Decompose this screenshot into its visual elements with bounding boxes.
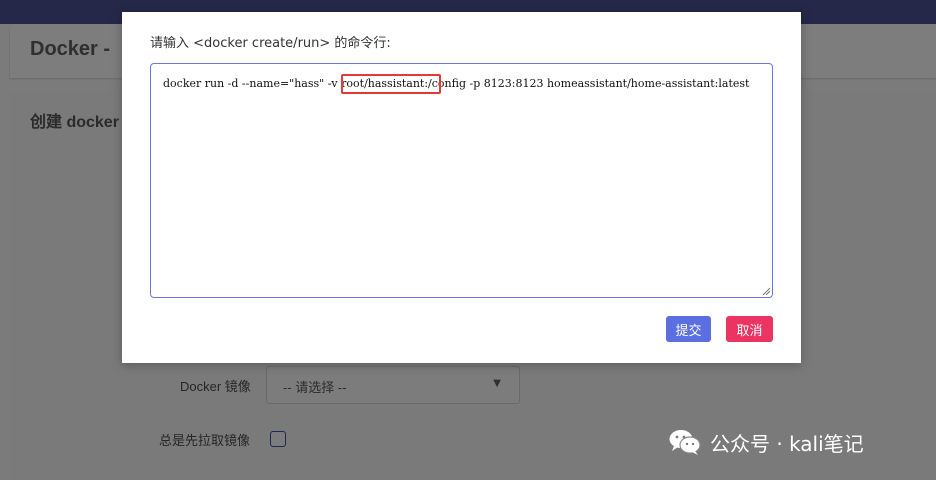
submit-button[interactable]: 提交 xyxy=(666,316,711,342)
docker-image-select-value: -- 请选择 -- xyxy=(283,380,347,395)
cancel-button[interactable]: 取消 xyxy=(726,316,773,342)
resize-grip-icon[interactable] xyxy=(762,287,770,295)
command-text: docker run -d --name="hass" -v root/hass… xyxy=(163,77,750,90)
caret-down-icon: ▼ xyxy=(493,378,501,389)
command-dialog: 请输入 <docker create/run> 的命令行: docker run… xyxy=(122,12,801,363)
section-title: 创建 docker xyxy=(30,114,119,131)
command-textarea[interactable]: docker run -d --name="hass" -v root/hass… xyxy=(150,63,773,298)
docker-image-label: Docker 镜像 xyxy=(180,379,251,394)
watermark-text: 公众号 · kali笔记 xyxy=(710,431,864,456)
watermark: 公众号 · kali笔记 xyxy=(668,426,864,458)
page-title: Docker - xyxy=(30,38,111,60)
dialog-title: 请输入 <docker create/run> 的命令行: xyxy=(150,36,391,51)
highlight-annotation xyxy=(341,74,441,94)
always-pull-checkbox[interactable] xyxy=(270,431,286,447)
always-pull-label: 总是先拉取镜像 xyxy=(159,433,251,448)
docker-image-select[interactable]: -- 请选择 -- ▼ xyxy=(266,366,520,404)
wechat-icon xyxy=(669,430,701,455)
